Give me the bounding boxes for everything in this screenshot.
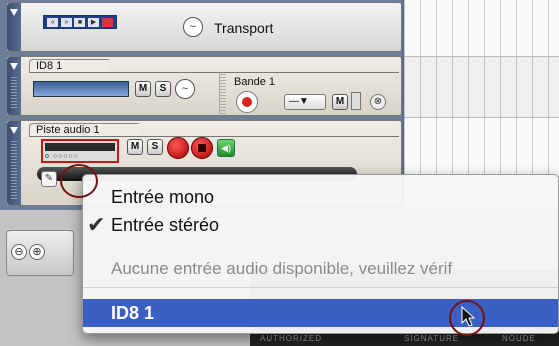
speaker-icon[interactable]: ◀) xyxy=(217,139,235,157)
audio-device[interactable]: o ○○○○○ xyxy=(41,139,119,163)
id8-track-name[interactable]: ID8 1 xyxy=(29,59,109,73)
menu-item-label: Entrée stéréo xyxy=(111,215,220,235)
rack-label: NOUDE xyxy=(502,334,536,343)
plugin-icon[interactable]: ~ xyxy=(183,17,203,37)
input-popup-menu: Entrée mono ✔ Entrée stéréo Aucune entré… xyxy=(82,174,559,334)
menu-item-id8[interactable]: ID8 1 xyxy=(83,299,558,327)
zoom-in-icon[interactable]: ⊕ xyxy=(29,244,45,260)
transport-track-name: Transport xyxy=(214,20,274,36)
fast-forward-icon[interactable]: » xyxy=(60,17,72,27)
mute-button[interactable]: M xyxy=(127,139,143,155)
play-icon[interactable]: ▶ xyxy=(88,17,100,27)
record-arm-icon[interactable] xyxy=(191,137,213,159)
device-knobs: o ○○○○○ xyxy=(45,153,79,160)
lane-dropdown[interactable]: —▼ xyxy=(284,94,326,110)
menu-item-entree-stereo[interactable]: ✔ Entrée stéréo xyxy=(83,211,558,239)
track-grip[interactable] xyxy=(11,77,17,109)
solo-button[interactable]: S xyxy=(155,81,171,97)
id8-track[interactable]: ID8 1 M S ~ Bande 1 —▼ M ⊗ xyxy=(6,56,402,116)
solo-button[interactable]: S xyxy=(147,139,163,155)
zoom-controls: ⊖ ⊕ xyxy=(6,230,74,276)
collapse-toggle[interactable] xyxy=(7,57,21,115)
bande-lane: Bande 1 —▼ M ⊗ xyxy=(219,74,401,114)
bande-label: Bande 1 xyxy=(234,76,275,88)
edit-icon[interactable]: ✎ xyxy=(41,171,57,187)
checkmark-icon: ✔ xyxy=(87,212,106,237)
track-grip[interactable] xyxy=(11,141,17,199)
audio-track-name[interactable]: Piste audio 1 xyxy=(29,123,139,137)
mute-button[interactable]: M xyxy=(135,81,151,97)
plugin-icon[interactable]: ~ xyxy=(175,79,195,99)
collapse-toggle[interactable] xyxy=(7,3,21,51)
transport-controls[interactable]: « » ■ ▶ xyxy=(43,15,117,29)
disclosure-triangle-icon[interactable] xyxy=(10,9,18,16)
record-icon[interactable] xyxy=(101,17,113,27)
transport-track[interactable]: « » ■ ▶ ~ Transport xyxy=(6,2,402,52)
disclosure-triangle-icon[interactable] xyxy=(10,127,18,134)
menu-item-no-input: Aucune entrée audio disponible, veuillez… xyxy=(83,255,558,283)
annotation-circle xyxy=(60,164,98,198)
monitor-icon[interactable] xyxy=(167,137,189,159)
menu-item-label: Entrée mono xyxy=(111,187,215,207)
menu-item-entree-mono[interactable]: Entrée mono xyxy=(83,183,558,211)
lane-level[interactable] xyxy=(351,92,361,110)
rack-label: SIGNATURE xyxy=(404,334,460,343)
lane-grip[interactable] xyxy=(220,74,226,114)
stop-icon[interactable]: ■ xyxy=(74,17,86,27)
collapse-toggle[interactable] xyxy=(7,121,21,205)
cursor-arrow-icon xyxy=(461,306,476,327)
timeline-band xyxy=(404,56,559,118)
divider xyxy=(29,72,399,73)
close-icon[interactable]: ⊗ xyxy=(370,94,386,110)
menu-item-label: Aucune entrée audio disponible, veuillez… xyxy=(111,259,453,278)
device-display xyxy=(45,143,115,151)
rewind-icon[interactable]: « xyxy=(47,17,59,27)
divider xyxy=(29,136,399,137)
rack-label: AUTHORIZED xyxy=(260,334,322,343)
instrument-device[interactable] xyxy=(33,81,129,97)
menu-item-label: ID8 1 xyxy=(111,303,155,323)
zoom-out-icon[interactable]: ⊖ xyxy=(11,244,27,260)
record-enable-icon[interactable] xyxy=(236,91,258,113)
lane-mute-button[interactable]: M xyxy=(332,94,348,110)
menu-separator xyxy=(83,287,558,288)
disclosure-triangle-icon[interactable] xyxy=(10,63,18,70)
